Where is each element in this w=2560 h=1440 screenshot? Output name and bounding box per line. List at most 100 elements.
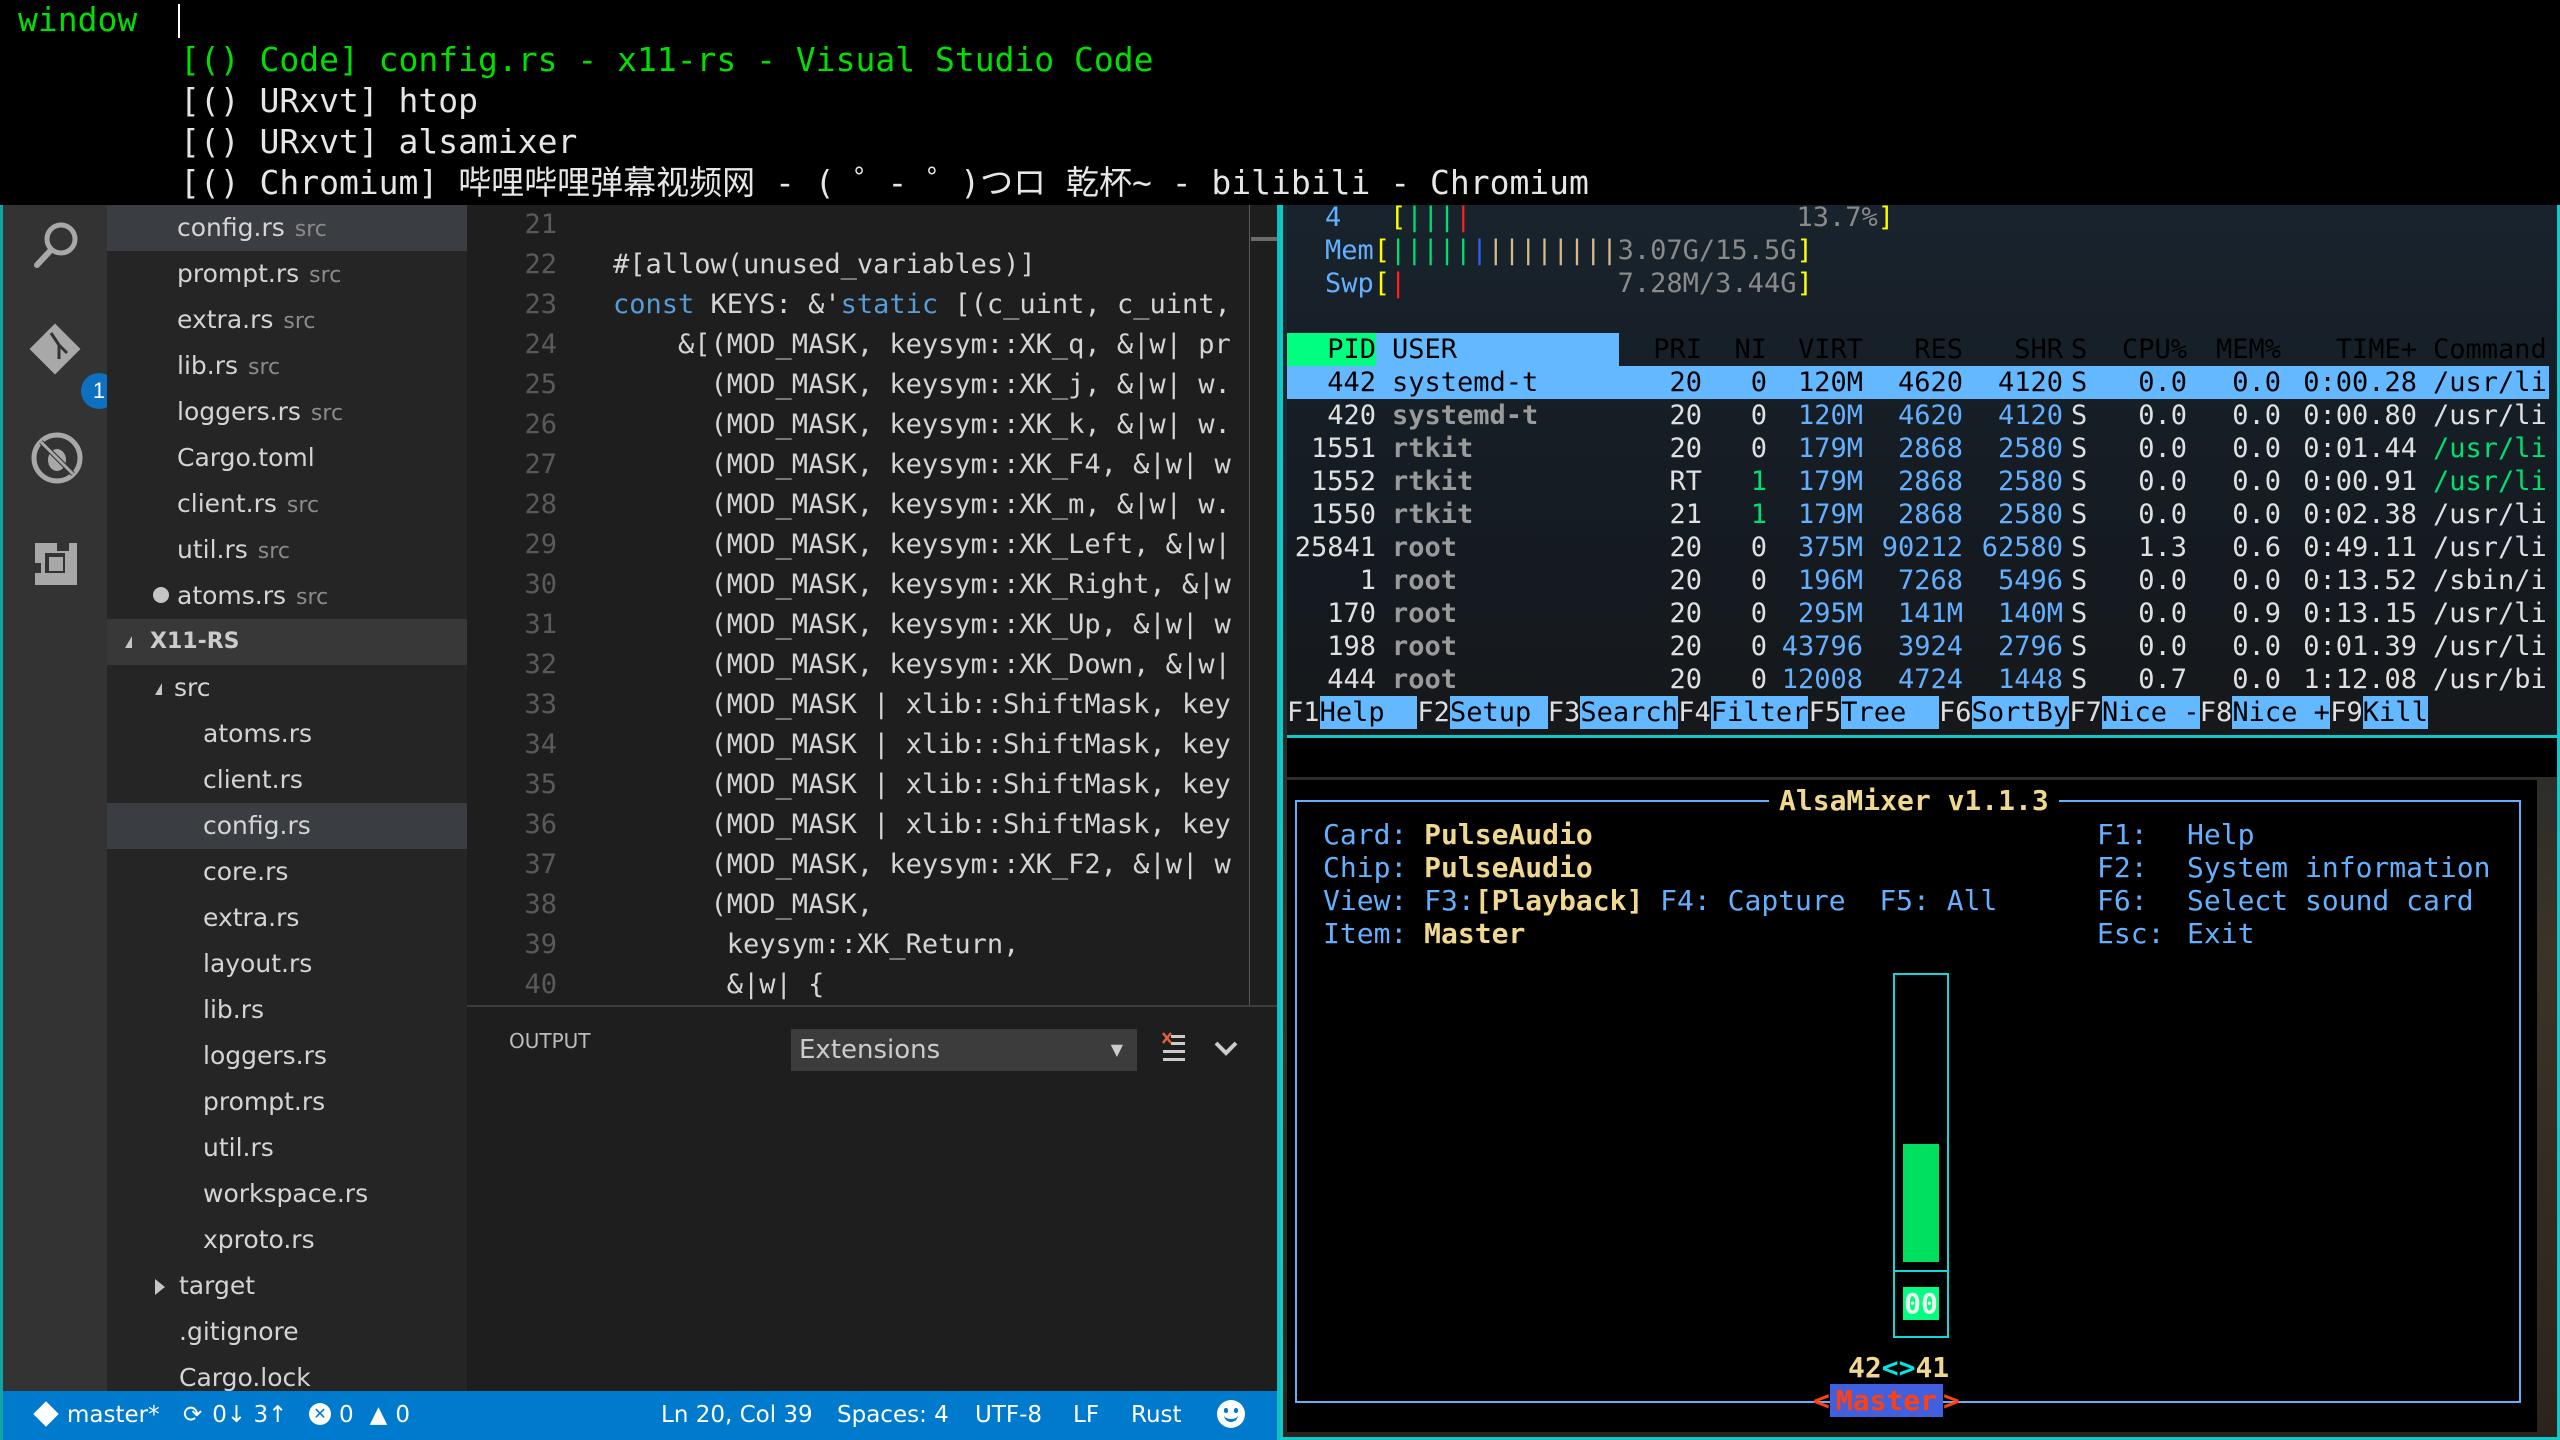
view-playback[interactable]: [Playback] xyxy=(1475,884,1644,917)
folder-src[interactable]: src xyxy=(107,665,467,711)
pid-cell: 198 xyxy=(1327,631,1376,662)
fkey-button-f5[interactable]: Tree xyxy=(1841,696,1939,729)
htop-terminal[interactable]: 4 [|||| 13.7%] Mem[||||||||||||||3.07G/1… xyxy=(1287,202,2557,735)
file-item[interactable]: loggers.rs xyxy=(107,1033,467,1079)
debug-icon[interactable] xyxy=(29,430,85,486)
column-header-shr[interactable]: SHR xyxy=(1973,333,2063,366)
file-item[interactable]: lib.rs xyxy=(107,987,467,1033)
code-editor[interactable]: 21 22 #[allow(unused_variables)] 23 const … xyxy=(467,205,1277,1005)
feedback-smiley-icon[interactable] xyxy=(1217,1391,1245,1440)
column-header-res[interactable]: RES xyxy=(1873,333,1963,366)
line-ending[interactable]: LF xyxy=(1073,1391,1099,1440)
view-f3[interactable]: F3: xyxy=(1424,884,1475,917)
file-item[interactable]: extra.rs xyxy=(107,895,467,941)
open-editor-item[interactable]: Cargo.toml xyxy=(107,435,467,481)
fkey-button-f9[interactable]: Kill xyxy=(2362,696,2428,729)
file-dir: src xyxy=(294,217,327,242)
open-editor-item[interactable]: extra.rs src xyxy=(107,297,467,343)
column-header-pid[interactable]: PID xyxy=(1287,333,1376,366)
fkey-button-f6[interactable]: SortBy xyxy=(1971,696,2070,729)
open-editor-item[interactable]: util.rs src xyxy=(107,527,467,573)
fkey-button-f7[interactable]: Nice - xyxy=(2102,696,2200,729)
file-name: xproto.rs xyxy=(203,1225,315,1254)
fkey-button-f2[interactable]: Setup xyxy=(1450,696,1548,729)
column-header-pri[interactable]: PRI xyxy=(1652,333,1702,366)
open-editor-item[interactable]: loggers.rs src xyxy=(107,389,467,435)
process-row[interactable]: 198 root 20 0 43796 3924 2796 S 0.0 0.0 0:01.39/us… xyxy=(1287,630,2549,663)
open-editor-item[interactable]: config.rs src xyxy=(107,205,467,251)
file-item[interactable]: atoms.rs xyxy=(107,711,467,757)
folder-target[interactable]: target xyxy=(107,1263,467,1309)
line-number: 40 xyxy=(524,969,557,1000)
view-capture[interactable]: F4: Capture xyxy=(1660,884,1845,917)
code-line: 21 xyxy=(467,205,1277,245)
next-channel-arrow[interactable]: > xyxy=(1943,1384,1960,1417)
encoding[interactable]: UTF-8 xyxy=(975,1391,1042,1440)
fkey-button-f8[interactable]: Nice + xyxy=(2232,696,2330,729)
fkey-button-f4[interactable]: Filter xyxy=(1710,696,1809,729)
problems-item[interactable]: ✕ 0 ▲ 0 xyxy=(309,1391,410,1440)
switcher-entry-htop[interactable]: [() URxvt] htop xyxy=(180,81,478,121)
clear-output-icon[interactable] xyxy=(1161,1031,1187,1065)
file-item[interactable]: layout.rs xyxy=(107,941,467,987)
process-row[interactable]: 25841 root 20 0 375M 90212 62580 S 1.3 0.6 0:49.11… xyxy=(1287,531,2549,564)
file-item[interactable]: xproto.rs xyxy=(107,1217,467,1263)
git-branch-item[interactable]: master* xyxy=(33,1391,160,1440)
virt-cell: 179M xyxy=(1797,499,1863,530)
language-mode[interactable]: Rust xyxy=(1131,1391,1182,1440)
process-row[interactable]: 444 root 20 0 12008 4724 1448 S 0.7 0.0 1:12.08/us… xyxy=(1287,663,2549,696)
chevron-down-icon[interactable] xyxy=(1209,1031,1243,1065)
column-header-state[interactable]: S xyxy=(2071,333,2095,366)
process-row[interactable]: 1 root 20 0 196M 7268 5496 S 0.0 0.0 0:13.52/sbin/… xyxy=(1287,564,2549,597)
process-row[interactable]: 1552 rtkit RT 1 179M 2868 2580 S 0.0 0.0 0:00.91/u… xyxy=(1287,465,2549,498)
cursor-position[interactable]: Ln 20, Col 39 xyxy=(661,1391,813,1440)
file-item[interactable]: client.rs xyxy=(107,757,467,803)
file-item[interactable]: workspace.rs xyxy=(107,1171,467,1217)
view-all[interactable]: F5: All xyxy=(1879,884,1997,917)
process-row[interactable]: 1550 rtkit 21 1 179M 2868 2580 S 0.0 0.0 0:02.38/u… xyxy=(1287,498,2549,531)
open-editor-item[interactable]: client.rs src xyxy=(107,481,467,527)
prev-channel-arrow[interactable]: < xyxy=(1813,1384,1830,1417)
open-editor-item[interactable]: atoms.rs src xyxy=(107,573,467,619)
pri-cell: 20 xyxy=(1669,367,1702,398)
source-control-icon[interactable]: 1 xyxy=(29,323,117,409)
process-row[interactable]: 1551 rtkit 20 0 179M 2868 2580 S 0.0 0.0 0:01.44/u… xyxy=(1287,432,2549,465)
switcher-entry-alsamixer[interactable]: [() URxvt] alsamixer xyxy=(180,122,577,162)
column-header-user[interactable]: USER xyxy=(1376,333,1619,366)
alsamixer-terminal[interactable]: AlsaMixer v1.1.3 Card: PulseAudio Chip: … xyxy=(1287,780,2537,1432)
mute-toggle[interactable]: 00 xyxy=(1903,1287,1939,1320)
switcher-entry-vscode[interactable]: [() Code] config.rs - x11-rs - Visual St… xyxy=(180,40,1154,80)
open-editor-item[interactable]: prompt.rs src xyxy=(107,251,467,297)
extensions-icon[interactable] xyxy=(29,535,85,591)
file-item[interactable]: .gitignore xyxy=(107,1309,467,1355)
column-header-virt[interactable]: VIRT xyxy=(1777,333,1863,366)
process-row[interactable]: 170 root 20 0 295M 141M 140M S 0.0 0.9 0:13.15/usr… xyxy=(1287,597,2549,630)
search-icon[interactable] xyxy=(29,217,85,273)
output-channel-select[interactable]: Extensions ▼ xyxy=(791,1029,1137,1071)
project-section-header[interactable]: X11-RS xyxy=(107,619,467,665)
git-sync-item[interactable]: ⟳ 0↓ 3↑ xyxy=(183,1391,287,1440)
cpu-cell: 0.7 xyxy=(2138,664,2187,695)
switcher-entry-chromium[interactable]: [() Chromium] 哔哩哔哩弹幕视频网 - ( ゜- ゜)つロ 乾杯~ … xyxy=(180,163,1589,203)
open-editor-item[interactable]: lib.rs src xyxy=(107,343,467,389)
column-header-mem[interactable]: MEM% xyxy=(2191,333,2281,366)
file-item[interactable]: config.rs xyxy=(107,803,467,849)
pid-cell: 25841 xyxy=(1294,532,1376,563)
indentation[interactable]: Spaces: 4 xyxy=(837,1391,949,1440)
file-item[interactable]: Cargo.lock xyxy=(107,1355,467,1391)
pri-cell: RT xyxy=(1669,466,1702,497)
file-item[interactable]: prompt.rs xyxy=(107,1079,467,1125)
process-row[interactable]: 442 systemd-t 20 0 120M 4620 4120 S 0.0 0.0 0:00.2… xyxy=(1287,366,2549,399)
file-item[interactable]: util.rs xyxy=(107,1125,467,1171)
fkey-button-f1[interactable]: Help xyxy=(1319,696,1418,729)
channel-selector[interactable]: < Master > xyxy=(1813,1384,1960,1417)
file-item[interactable]: core.rs xyxy=(107,849,467,895)
column-header-cpu[interactable]: CPU% xyxy=(2097,333,2187,366)
process-row[interactable]: 420 systemd-t 20 0 120M 4620 4120 S 0.0 0.0 0:00.8… xyxy=(1287,399,2549,432)
warning-count: 0 xyxy=(395,1402,410,1428)
column-header-time[interactable]: TIME+ xyxy=(2287,333,2417,366)
command-cell: /usr/li xyxy=(2433,400,2547,431)
column-header-ni[interactable]: NI xyxy=(1727,333,1767,366)
column-header-command[interactable]: Command xyxy=(2433,333,2549,366)
fkey-button-f3[interactable]: Search xyxy=(1580,696,1678,729)
